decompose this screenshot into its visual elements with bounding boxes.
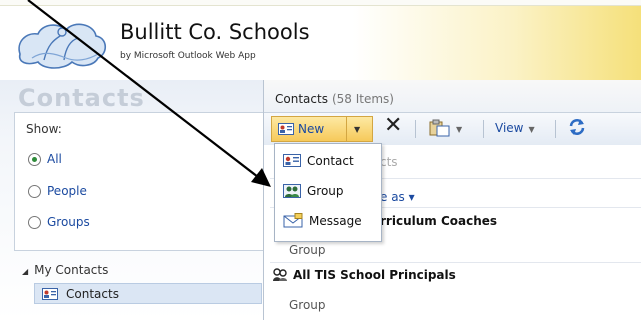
filter-people-radio[interactable]: People <box>28 184 87 198</box>
view-button-label: View <box>495 121 524 135</box>
contact-card-icon <box>42 287 58 300</box>
new-dropdown-arrow-icon[interactable]: ▼ <box>354 125 360 134</box>
new-button-label: New <box>298 122 325 136</box>
tree-my-contacts[interactable]: ◢ My Contacts <box>22 263 108 277</box>
menu-item-group-label: Group <box>307 183 344 198</box>
contact-card-icon <box>283 154 301 167</box>
divider <box>270 262 641 263</box>
new-button-split <box>346 117 347 141</box>
search-input[interactable]: cts <box>380 155 398 169</box>
view-dropdown-arrow-icon: ▼ <box>528 125 535 134</box>
list-item-title: All TIS School Principals <box>293 268 456 282</box>
item-count: (58 Items) <box>331 92 394 106</box>
tree-collapse-icon[interactable]: ◢ <box>22 267 28 276</box>
tree-item-contacts[interactable]: Contacts <box>34 283 262 304</box>
filter-groups-label: Groups <box>47 215 90 229</box>
folder-name: Contacts <box>275 92 328 106</box>
module-heading: Contacts <box>18 84 145 112</box>
delete-icon[interactable]: ✕ <box>384 113 402 138</box>
toolbar-separator <box>415 120 416 138</box>
list-item-title[interactable]: rriculum Coaches <box>380 214 497 228</box>
list-item[interactable]: All TIS School Principals <box>272 268 456 282</box>
arrange-by-dropdown[interactable]: e as ▾ <box>380 190 415 204</box>
radio-empty-icon <box>28 215 41 229</box>
list-item-subtitle: Group <box>289 243 326 257</box>
window-top-strip <box>0 0 641 6</box>
show-label: Show: <box>26 122 62 136</box>
move-dropdown-arrow-icon[interactable]: ▼ <box>456 125 462 134</box>
group-icon <box>273 268 287 281</box>
tree-my-contacts-label: My Contacts <box>34 263 109 277</box>
folder-title: Contacts (58 Items) <box>275 92 394 106</box>
menu-item-message[interactable]: Message <box>278 207 378 234</box>
pane-divider <box>14 250 263 251</box>
filter-people-label: People <box>47 184 87 198</box>
list-item-subtitle: Group <box>289 298 326 312</box>
toolbar-separator <box>483 120 484 138</box>
menu-item-message-label: Message <box>309 213 362 228</box>
brand-subtitle: by Microsoft Outlook Web App <box>120 51 256 61</box>
brand-title: Bullitt Co. Schools <box>120 20 310 44</box>
contact-card-icon <box>278 123 294 135</box>
new-dropdown-menu: Contact Group Message <box>274 143 382 242</box>
radio-selected-icon <box>28 152 41 166</box>
group-icon <box>283 183 301 198</box>
new-button[interactable]: New ▼ <box>271 116 373 142</box>
filter-all-radio[interactable]: All <box>28 152 62 166</box>
tree-item-contacts-label: Contacts <box>66 286 119 301</box>
refresh-icon[interactable] <box>567 117 587 137</box>
school-logo-icon <box>18 23 107 69</box>
view-button[interactable]: View ▼ <box>495 121 535 135</box>
filter-groups-radio[interactable]: Groups <box>28 215 90 229</box>
menu-item-contact[interactable]: Contact <box>278 147 378 174</box>
menu-item-group[interactable]: Group <box>278 177 378 204</box>
toolbar-separator <box>555 120 556 138</box>
move-to-folder-icon[interactable] <box>429 119 451 137</box>
menu-item-contact-label: Contact <box>307 153 354 168</box>
filter-all-label: All <box>47 152 62 166</box>
message-envelope-icon <box>283 213 303 228</box>
radio-empty-icon <box>28 184 41 198</box>
